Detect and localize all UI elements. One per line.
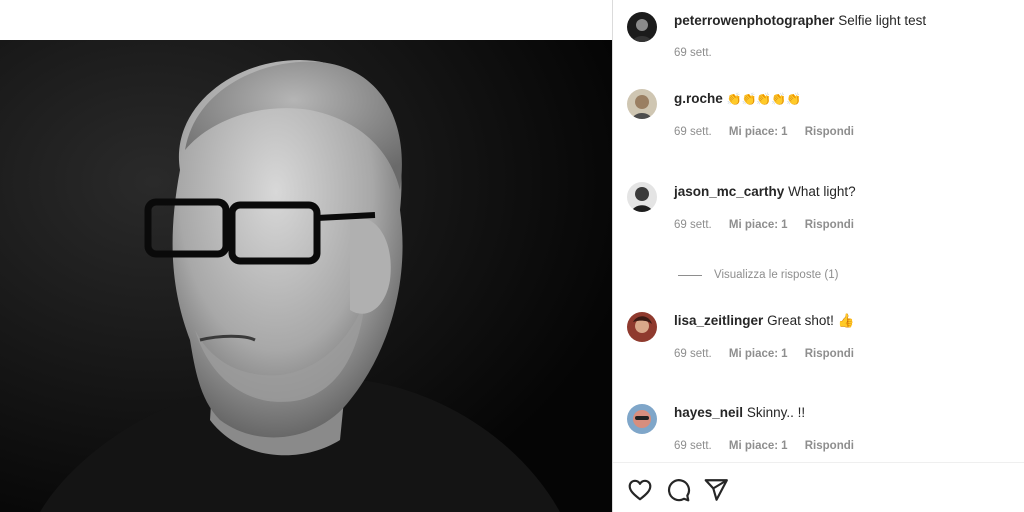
comment-text: What light? [788,184,856,199]
likes-count[interactable]: Mi piace: 1 [729,440,788,452]
likes-value: 1 [781,440,788,452]
avatar-image [627,12,657,42]
avatar-image [627,404,657,434]
reply-button[interactable]: Rispondi [805,348,854,360]
avatar-image [627,312,657,342]
likes-prefix: Mi piace: [728,348,779,360]
comment-meta: 69 sett. Mi piace: 1 Rispondi [674,348,868,360]
comment-line: lisa_zeitlinger Great shot! 👍 [674,313,854,329]
comment-meta: 69 sett. Mi piace: 1 Rispondi [674,440,868,452]
comment-line: g.roche 👏👏👏👏👏 [674,91,801,106]
reply-button[interactable]: Rispondi [805,126,854,138]
avatar-image [627,89,657,119]
share-icon[interactable] [703,477,729,503]
post-photo[interactable] [0,40,612,512]
likes-prefix: Mi piace: [728,219,779,231]
comment-icon[interactable] [665,477,691,503]
likes-value: 1 [781,219,788,231]
likes-count[interactable]: Mi piace: 1 [729,126,788,138]
comment-meta: 69 sett. Mi piace: 1 Rispondi [674,126,868,138]
view-replies-button[interactable]: Visualizza le risposte (1) [678,269,838,281]
likes-prefix: Mi piace: [728,440,779,452]
avatar[interactable] [627,182,657,212]
comment-time[interactable]: 69 sett. [674,440,712,452]
replies-dash [678,274,702,276]
likes-value: 1 [781,348,788,360]
post-username[interactable]: peterrowenphotographer [674,13,835,28]
avatar[interactable] [627,89,657,119]
avatar-image [627,182,657,212]
comment-time[interactable]: 69 sett. [674,219,712,231]
likes-value: 1 [781,126,788,138]
post-caption: Selfie light test [838,13,927,28]
comment-time[interactable]: 69 sett. [674,126,712,138]
likes-count[interactable]: Mi piace: 1 [729,219,788,231]
comment-text: Great shot! 👍 [767,313,855,328]
post-time[interactable]: 69 sett. [674,47,712,59]
avatar[interactable] [627,404,657,434]
caption-line: peterrowenphotographer Selfie light test [674,13,926,28]
comment-text: 👏👏👏👏👏 [726,92,802,106]
comments-panel: peterrowenphotographer Selfie light test… [613,0,1024,512]
portrait-image [0,40,612,512]
comment-username[interactable]: jason_mc_carthy [674,184,784,199]
comment-meta: 69 sett. Mi piace: 1 Rispondi [674,219,868,231]
avatar[interactable] [627,12,657,42]
post-actions [627,477,729,503]
avatar[interactable] [627,312,657,342]
likes-prefix: Mi piace: [728,126,779,138]
comment-username[interactable]: hayes_neil [674,405,743,420]
comment-line: hayes_neil Skinny.. !! [674,405,805,420]
actions-divider [613,462,1024,463]
comment-username[interactable]: g.roche [674,91,723,106]
likes-count[interactable]: Mi piace: 1 [729,348,788,360]
view-replies-label: Visualizza le risposte (1) [714,269,839,281]
reply-button[interactable]: Rispondi [805,219,854,231]
comment-time[interactable]: 69 sett. [674,348,712,360]
comment-line: jason_mc_carthy What light? [674,184,856,199]
reply-button[interactable]: Rispondi [805,440,854,452]
caption-meta: 69 sett. [674,47,726,59]
comment-username[interactable]: lisa_zeitlinger [674,313,763,328]
heart-icon[interactable] [627,477,653,503]
post-media-panel [0,0,612,512]
comment-text: Skinny.. !! [746,405,806,420]
